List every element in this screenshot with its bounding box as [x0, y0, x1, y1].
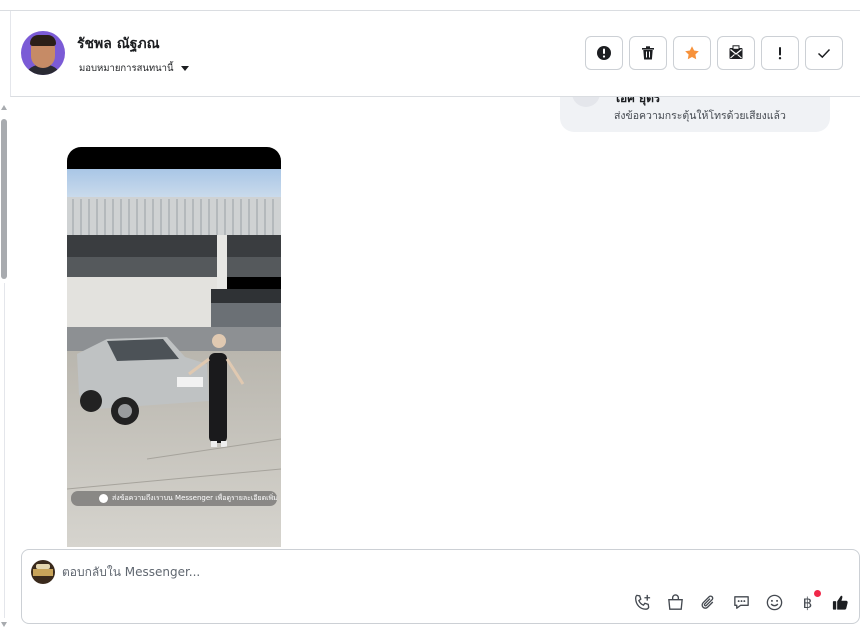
follow-up-button[interactable] [761, 36, 799, 70]
caret-down-icon [180, 66, 189, 71]
call-prompt-subtitle: ส่งข้อความกระตุ้นให้โทรด้วยเสียงแล้ว [614, 110, 786, 122]
thumbs-up-icon [832, 595, 848, 610]
page-avatar [31, 560, 55, 584]
video-message[interactable]: ส่งข้อความถึงเราบน Messenger เพื่อดูรายล… [67, 147, 281, 547]
message-thread: ไอศ ยุตร ส่งข้อความกระตุ้นให้โทรด้วยเสีย… [10, 97, 860, 549]
emoji-button[interactable] [764, 592, 785, 613]
header-actions [585, 36, 843, 70]
call-add-icon [634, 594, 651, 610]
quick-reply-icon [734, 596, 749, 609]
attach-button[interactable] [698, 592, 719, 613]
conversation-header: รัชพล ณัฐภณ มอบหมายการสนทนานี้ [10, 11, 860, 97]
add-call-button[interactable] [632, 592, 653, 613]
bag-icon [668, 594, 683, 610]
contact-name[interactable]: รัชพล ณัฐภณ [77, 33, 160, 55]
saved-replies-button[interactable] [731, 592, 752, 613]
mark-unread-button[interactable] [717, 36, 755, 70]
reply-composer: ฿ [21, 549, 860, 624]
call-prompt-message: ไอศ ยุตร ส่งข้อความกระตุ้นให้โทรด้วยเสีย… [560, 97, 830, 132]
assign-label: มอบหมายการสนทนานี้ [79, 63, 174, 74]
done-icon [817, 48, 831, 59]
trash-icon [642, 46, 654, 60]
delete-button[interactable] [629, 36, 667, 70]
thread-scrollbar[interactable] [0, 98, 9, 633]
video-caption-text: ส่งข้อความถึงเราบน Messenger เพื่อดูรายล… [112, 494, 277, 502]
spam-icon [597, 46, 611, 60]
paperclip-icon [701, 595, 714, 609]
payment-button[interactable]: ฿ [797, 590, 821, 613]
scroll-down-arrow-icon[interactable] [1, 622, 7, 627]
star-button[interactable] [673, 36, 711, 70]
follow-up-icon [778, 47, 782, 60]
assign-conversation-dropdown[interactable]: มอบหมายการสนทนานี้ [79, 61, 189, 76]
scroll-up-arrow-icon[interactable] [1, 105, 7, 110]
scrollbar-thumb[interactable] [1, 119, 7, 279]
inbox-conversation: รัชพล ณัฐภณ มอบหมายการสนทนานี้ ไอศ ยุตร … [0, 0, 860, 633]
mark-done-button[interactable] [805, 36, 843, 70]
contact-avatar[interactable] [21, 31, 65, 75]
like-button[interactable] [830, 592, 851, 613]
scrollbar-track [4, 283, 5, 618]
notification-dot [814, 590, 821, 597]
mark-unread-icon [729, 45, 743, 59]
call-icon [572, 97, 600, 107]
emoji-icon [766, 594, 783, 611]
shop-button[interactable] [665, 592, 686, 613]
baht-icon: ฿ [802, 593, 813, 612]
video-caption: ส่งข้อความถึงเราบน Messenger เพื่อดูรายล… [71, 491, 277, 506]
mark-spam-button[interactable] [585, 36, 623, 70]
composer-tools: ฿ [632, 590, 851, 613]
messenger-icon [99, 494, 108, 503]
reply-input[interactable] [62, 562, 762, 582]
star-icon [685, 46, 699, 60]
